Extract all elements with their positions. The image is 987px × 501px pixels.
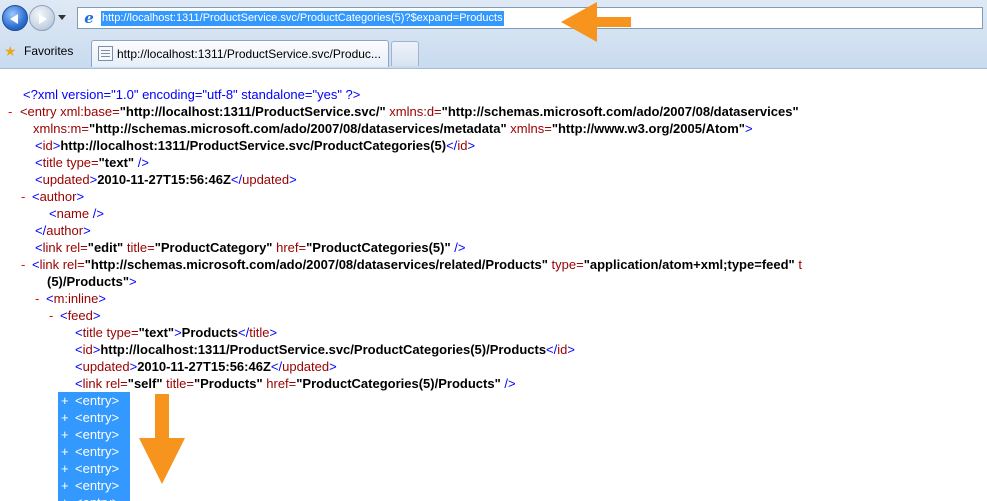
xml-link-edit-line: <link rel="edit" title="ProductCategory"… [35, 240, 466, 255]
collapsed-entry[interactable]: + <entry> [58, 443, 130, 460]
annotation-arrow-down-icon [139, 394, 185, 484]
expand-toggle[interactable]: + [61, 426, 69, 443]
page-icon [98, 46, 113, 61]
xml-author-close-line: </author> [35, 223, 91, 238]
attr-value: "application/atom+xml;type=feed" [583, 257, 795, 272]
attr-value: "http://localhost:1311/ProductService.sv… [119, 104, 386, 119]
attr-value: "http://www.w3.org/2005/Atom" [551, 121, 745, 136]
feed-updated-value: 2010-11-27T15:56:46Z [137, 359, 271, 374]
entry-label: <entry> [75, 410, 120, 425]
favorites-star-icon[interactable]: ★ [4, 43, 17, 59]
expand-toggle[interactable]: + [61, 477, 69, 494]
address-bar[interactable]: e http://localhost:1311/ProductService.s… [77, 7, 983, 29]
xml-title-line: <title type="text" /> [35, 155, 149, 170]
attr-value: "edit" [87, 240, 124, 255]
feed-id-value: http://localhost:1311/ProductService.svc… [100, 342, 547, 357]
entry-label: <entry> [75, 427, 120, 442]
feed-title-value: Products [181, 325, 239, 340]
xml-entry-open-line: - <entry xml:base="http://localhost:1311… [8, 103, 799, 120]
collapsed-entry[interactable]: + <entry> [58, 392, 130, 409]
attr-value: "http://schemas.microsoft.com/ado/2007/0… [88, 121, 507, 136]
m-inline-tag: m:inline [53, 291, 99, 306]
xml-link-related-line: - <link rel="http://schemas.microsoft.co… [21, 257, 802, 272]
attr-value: "text" [98, 155, 135, 170]
tab-active[interactable]: http://localhost:1311/ProductService.svc… [91, 40, 389, 67]
favorites-button[interactable]: Favorites [24, 44, 73, 59]
browser-chrome: e http://localhost:1311/ProductService.s… [0, 0, 987, 69]
xml-feed-title-line: <title type="text">Products</title> [75, 325, 278, 340]
attr-value: "text" [138, 325, 175, 340]
attr-value: "ProductCategories(5)/Products" [296, 376, 501, 391]
xml-id-line: <id>http://localhost:1311/ProductService… [35, 138, 476, 153]
annotation-arrow-left-icon [561, 2, 631, 42]
id-value: http://localhost:1311/ProductService.svc… [60, 138, 447, 153]
xml-declaration: <?xml version="1.0" encoding="utf-8" sta… [23, 86, 360, 103]
attr-value: "ProductCategory" [154, 240, 273, 255]
new-tab-button[interactable] [391, 41, 419, 66]
forward-arrow-icon[interactable] [29, 5, 55, 31]
xml-feed-line: - <feed> [49, 308, 101, 323]
entry-label: <entry> [75, 393, 120, 408]
attr-value: "Products" [193, 376, 263, 391]
xml-author-open-line: - <author> [21, 189, 85, 204]
history-dropdown-icon[interactable] [58, 15, 66, 20]
attr-value: "http://schemas.microsoft.com/ado/2007/0… [441, 104, 799, 119]
collapsed-entry[interactable]: + <entry> [58, 460, 130, 477]
back-arrow-icon[interactable] [2, 5, 28, 31]
attr-value: (5)/Products" [47, 274, 130, 289]
expand-toggle[interactable]: + [61, 409, 69, 426]
xml-link-self-line: <link rel="self" title="Products" href="… [75, 376, 516, 391]
xml-link-related-cont-line: (5)/Products"> [47, 274, 137, 289]
expand-toggle[interactable]: + [61, 494, 69, 501]
expand-toggle[interactable]: + [61, 460, 69, 477]
collapsed-entry[interactable]: + <entry> [58, 494, 130, 501]
xml-name-line: <name /> [49, 206, 104, 221]
collapsed-entry[interactable]: + <entry> [58, 409, 130, 426]
attr-name: xmlns:m= [33, 121, 89, 136]
xml-updated-line: <updated>2010-11-27T15:56:46Z</updated> [35, 172, 297, 187]
truncated-attr: t [798, 257, 802, 272]
collapse-toggle[interactable]: - [49, 308, 53, 323]
tab-title: http://localhost:1311/ProductService.svc… [117, 47, 381, 61]
expand-toggle[interactable]: + [61, 392, 69, 409]
collapse-toggle[interactable]: - [21, 257, 25, 272]
xml-feed-id-line: <id>http://localhost:1311/ProductService… [75, 342, 575, 357]
feed-tag: feed [67, 308, 93, 323]
xml-feed-updated-line: <updated>2010-11-27T15:56:46Z</updated> [75, 359, 337, 374]
collapse-toggle[interactable]: - [8, 104, 12, 119]
collapse-toggle[interactable]: - [35, 291, 39, 306]
attr-name: xmlns= [510, 121, 552, 136]
entry-label: <entry> [75, 461, 120, 476]
entry-label: <entry> [75, 444, 120, 459]
name-tag: name [56, 206, 90, 221]
collapsed-entry[interactable]: + <entry> [58, 426, 130, 443]
author-tag: author [46, 223, 84, 238]
attr-value: "self" [127, 376, 163, 391]
entry-label: <entry> [75, 494, 119, 501]
xml-m-inline-line: - <m:inline> [35, 291, 106, 306]
xml-pi-text: <?xml version="1.0" encoding="utf-8" sta… [23, 87, 361, 102]
entry-open-tag: <entry [19, 104, 57, 119]
collapse-toggle[interactable]: - [21, 189, 25, 204]
entry-label: <entry> [75, 478, 120, 493]
collapsed-entry[interactable]: + <entry> [58, 477, 130, 494]
expand-toggle[interactable]: + [61, 443, 69, 460]
ie-page-icon: e [84, 9, 94, 27]
xml-entry-ns-line: xmlns:m="http://schemas.microsoft.com/ad… [33, 121, 753, 136]
attr-value: "http://schemas.microsoft.com/ado/2007/0… [84, 257, 548, 272]
attr-name: xmlns:d= [389, 104, 442, 119]
author-tag: author [39, 189, 77, 204]
url-input[interactable]: http://localhost:1311/ProductService.svc… [101, 11, 504, 26]
favorites-bar: ★ Favorites http://localhost:1311/Produc… [0, 38, 987, 68]
attr-value: "ProductCategories(5)" [306, 240, 451, 255]
attr-name: xml:base= [60, 104, 120, 119]
updated-value: 2010-11-27T15:56:46Z [97, 172, 231, 187]
